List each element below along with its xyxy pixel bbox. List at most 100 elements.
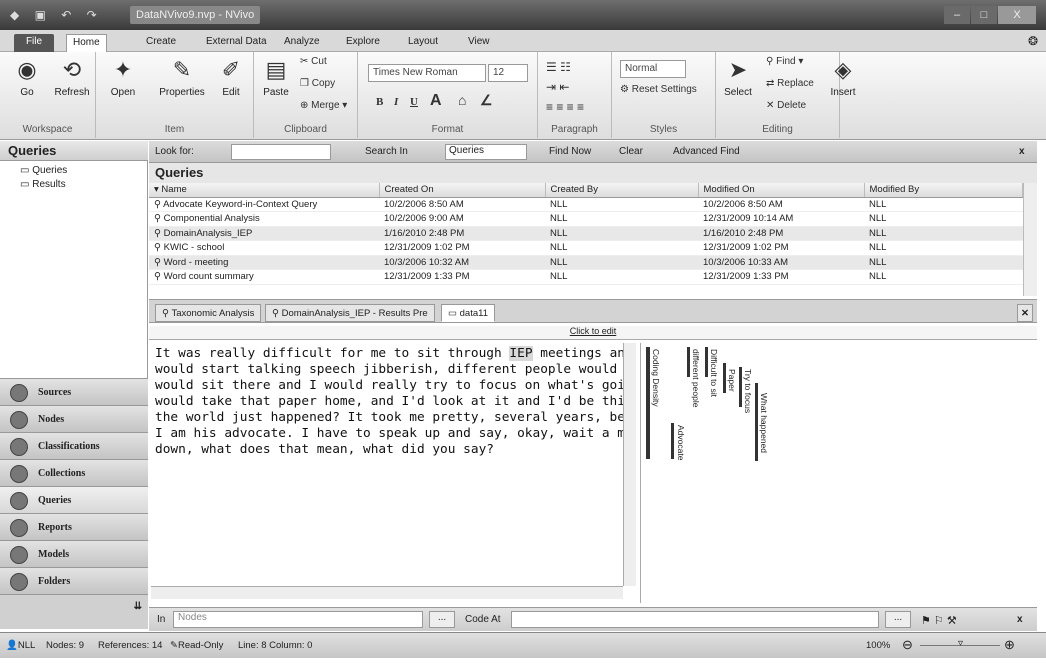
code-at-browse-button[interactable]: ...: [885, 611, 911, 628]
stripe-label-advocate[interactable]: Advocate: [676, 425, 686, 460]
nav-folders[interactable]: Folders: [0, 567, 148, 594]
text-vertical-scrollbar[interactable]: [623, 343, 636, 586]
underline-button[interactable]: U: [410, 96, 418, 108]
align-icons[interactable]: ≡ ≡ ≡ ≡: [546, 100, 584, 114]
zoom-out-button[interactable]: ⊖: [902, 637, 913, 653]
tree-item-queries[interactable]: ▭ Queries: [20, 165, 67, 176]
stripe-label-different-people[interactable]: different people: [691, 349, 701, 407]
nav-queries[interactable]: Queries: [0, 486, 148, 513]
select-button[interactable]: ➤ Select: [720, 56, 756, 98]
search-in-button[interactable]: Search In: [365, 146, 408, 157]
table-row[interactable]: ⚲ DomainAnalysis_IEP 1/16/2010 2:48 PM NLL…: [149, 226, 1023, 241]
zoom-in-button[interactable]: ⊕: [1004, 637, 1015, 653]
tree-item-results[interactable]: ▭ Results: [20, 179, 66, 190]
column-header-name[interactable]: ▾ Name: [149, 183, 380, 198]
tab-external-data[interactable]: External Data: [200, 34, 273, 52]
go-button[interactable]: ◉ Go: [10, 56, 44, 98]
properties-button[interactable]: ✎ Properties: [154, 56, 210, 98]
clear-button[interactable]: Clear: [619, 146, 643, 157]
font-select[interactable]: Times New Roman: [368, 64, 486, 82]
paste-button[interactable]: ▤ Paste: [260, 56, 292, 98]
document-text[interactable]: It was really difficult for me to sit th…: [151, 343, 623, 583]
nav-collections[interactable]: Collections: [0, 459, 148, 486]
open-button[interactable]: ✦ Open: [106, 56, 140, 98]
cut-button[interactable]: ✂ Cut: [300, 56, 327, 67]
tab-taxonomic-analysis[interactable]: ⚲ Taxonomic Analysis: [155, 304, 262, 322]
replace-button[interactable]: ⇄ Replace: [766, 78, 814, 89]
table-row[interactable]: ⚲ Word - meeting 10/3/2006 10:32 AM NLL 10/…: [149, 255, 1023, 270]
list-icons[interactable]: ☰ ☷: [546, 60, 571, 74]
tab-explore[interactable]: Explore: [340, 34, 386, 52]
text-horizontal-scrollbar[interactable]: [151, 586, 623, 599]
stripe-label-try-to-focus[interactable]: Try to focus: [743, 369, 753, 413]
code-in-select[interactable]: Nodes: [173, 611, 423, 628]
tab-layout[interactable]: Layout: [402, 34, 444, 52]
tab-data11[interactable]: ▭ data11: [441, 304, 495, 322]
reset-settings-button[interactable]: ⚙ Reset Settings: [620, 84, 697, 95]
zoom-slider-thumb[interactable]: ▿: [958, 638, 963, 649]
style-select[interactable]: Normal: [620, 60, 686, 78]
table-cell: 12/31/2009 1:02 PM: [379, 240, 545, 256]
minimize-button[interactable]: –: [944, 6, 970, 24]
merge-button[interactable]: ⊕ Merge ▾: [300, 100, 347, 111]
text-line: down, what does that mean, what did you …: [155, 442, 494, 457]
table-row[interactable]: ⚲ Advocate Keyword-in-Context Query 10/2/…: [149, 197, 1023, 212]
help-icon[interactable]: ❂: [1022, 33, 1044, 51]
nav-sources[interactable]: Sources: [0, 378, 148, 405]
italic-button[interactable]: I: [394, 96, 398, 108]
clear-format-icon[interactable]: ∠: [480, 92, 493, 109]
detail-close-button[interactable]: ✕: [1017, 304, 1033, 322]
tab-domain-analysis-results[interactable]: ⚲ DomainAnalysis_IEP - Results Pre: [265, 304, 435, 322]
table-row[interactable]: ⚲ Word count summary 12/31/2009 1:33 PM NL…: [149, 269, 1023, 285]
nav-classifications[interactable]: Classifications: [0, 432, 148, 459]
browse-button[interactable]: ...: [429, 611, 455, 628]
tab-view[interactable]: View: [462, 34, 496, 52]
code-icons[interactable]: ⚑ ⚐ ⚒: [921, 614, 957, 627]
column-header-modified-by[interactable]: Modified By: [864, 183, 1023, 198]
nav-reports[interactable]: Reports: [0, 513, 148, 540]
insert-button[interactable]: ◈ Insert: [826, 56, 860, 98]
find-now-button[interactable]: Find Now: [549, 146, 591, 157]
font-size-select[interactable]: 12: [488, 64, 528, 82]
table-row[interactable]: ⚲ Componential Analysis 10/2/2006 9:00 AM…: [149, 211, 1023, 227]
indent-icons[interactable]: ⇥ ⇤: [546, 80, 569, 94]
tab-analyze[interactable]: Analyze: [278, 34, 326, 52]
copy-button[interactable]: ❐ Copy: [300, 78, 335, 89]
list-scrollbar[interactable]: [1023, 183, 1037, 296]
stripe-label-paper[interactable]: Paper: [727, 369, 737, 392]
column-header-created-on[interactable]: Created On: [379, 183, 546, 198]
look-for-input[interactable]: [231, 144, 331, 160]
quick-access-toolbar[interactable]: ◆ ▣ ↶ ↷: [10, 8, 103, 22]
font-color-icon[interactable]: A: [430, 92, 442, 110]
refresh-icon: ⟲: [62, 57, 82, 82]
tab-home[interactable]: Home: [66, 34, 107, 52]
delete-button[interactable]: ✕ Delete: [766, 100, 806, 111]
code-at-input[interactable]: [511, 611, 879, 628]
stripe-label-what-happened[interactable]: What happened: [759, 393, 769, 453]
find-button[interactable]: ⚲ Find ▾: [766, 56, 803, 67]
code-bar-close-button[interactable]: x: [1017, 614, 1023, 625]
stripe-label-difficult-to-sit[interactable]: Difficult to sit: [709, 349, 719, 397]
tab-file[interactable]: File: [14, 34, 54, 52]
maximize-button[interactable]: □: [971, 6, 997, 24]
nav-models[interactable]: Models: [0, 540, 148, 567]
close-button[interactable]: X: [998, 6, 1036, 24]
tab-create[interactable]: Create: [140, 34, 182, 52]
bold-button[interactable]: B: [376, 96, 383, 108]
column-header-modified-on[interactable]: Modified On: [698, 183, 865, 198]
column-header-created-by[interactable]: Created By: [545, 183, 699, 198]
stripe-label-coding-density[interactable]: Coding Density: [651, 349, 661, 407]
nav-options[interactable]: ⇊: [0, 594, 148, 629]
highlight-icon[interactable]: ⌂: [458, 92, 466, 108]
search-in-field[interactable]: Queries: [445, 144, 527, 160]
find-bar-close-button[interactable]: x: [1019, 146, 1025, 157]
click-to-edit-link[interactable]: Click to edit: [149, 326, 1037, 340]
refresh-button[interactable]: ⟲ Refresh: [52, 56, 92, 98]
table-cell: 12/31/2009 1:02 PM: [698, 240, 864, 256]
table-row[interactable]: ⚲ KWIC - school 12/31/2009 1:02 PM NLL 12/3…: [149, 240, 1023, 256]
delete-icon: ✕: [766, 100, 778, 111]
coding-density-bar: [646, 347, 650, 459]
edit-button[interactable]: ✐ Edit: [216, 56, 246, 98]
nav-nodes[interactable]: Nodes: [0, 405, 148, 432]
advanced-find-button[interactable]: Advanced Find: [673, 146, 740, 157]
